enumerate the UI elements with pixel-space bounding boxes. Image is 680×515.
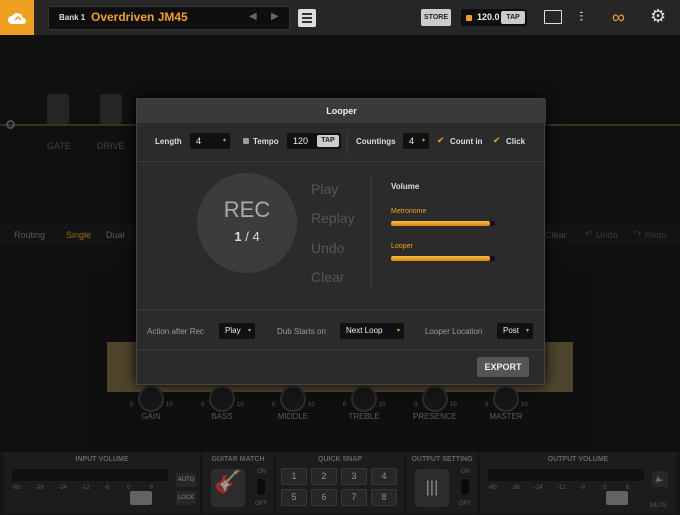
metronome-slider-fill bbox=[391, 221, 490, 226]
rec-position: 1 bbox=[234, 229, 242, 244]
top-bar: Bank 1 Overdriven JM45 ◀ ▶ STORE 120.0 T… bbox=[0, 0, 680, 36]
caret-down-icon: ▾ bbox=[421, 138, 425, 144]
looper-volume-label: Looper bbox=[391, 243, 413, 250]
preset-selector[interactable]: Bank 1 Overdriven JM45 ◀ ▶ bbox=[48, 6, 290, 30]
length-label: Length bbox=[155, 137, 182, 146]
store-button[interactable]: STORE bbox=[421, 9, 451, 26]
clear-loop-button[interactable]: Clear bbox=[311, 269, 344, 285]
caret-down-icon: ▾ bbox=[396, 328, 400, 334]
metronome-label: Metronome bbox=[391, 208, 427, 215]
rec-slash: / bbox=[245, 229, 249, 244]
presentation-icon[interactable] bbox=[544, 10, 562, 24]
divider bbox=[347, 129, 348, 155]
caret-down-icon: ▾ bbox=[247, 328, 251, 334]
settings-gear-icon[interactable]: ⚙ bbox=[650, 6, 666, 27]
divider bbox=[137, 161, 546, 162]
tap-tempo-button[interactable]: TAP bbox=[501, 11, 525, 24]
lock-icon bbox=[466, 15, 472, 21]
metronome-slider[interactable] bbox=[391, 221, 495, 226]
length-value: 4 bbox=[196, 136, 202, 146]
tempo-field[interactable]: 120 TAP bbox=[287, 133, 341, 149]
volume-heading: Volume bbox=[391, 182, 420, 191]
caret-down-icon: ▾ bbox=[222, 138, 226, 144]
bank-label: Bank 1 bbox=[59, 13, 86, 22]
looper-volume-slider[interactable] bbox=[391, 256, 495, 261]
rec-total: 4 bbox=[252, 229, 260, 244]
after-rec-value: Play bbox=[225, 326, 241, 335]
tempo-value: 120.0 bbox=[477, 12, 500, 22]
tempo-value: 120 bbox=[293, 136, 309, 146]
countings-select[interactable]: 4 ▾ bbox=[403, 133, 429, 149]
countings-value: 4 bbox=[409, 136, 415, 146]
play-button[interactable]: Play bbox=[311, 181, 338, 197]
dub-label: Dub Starts on bbox=[277, 327, 326, 336]
tempo-lock-icon[interactable] bbox=[243, 138, 249, 144]
divider bbox=[371, 175, 372, 289]
rec-count: 1 / 4 bbox=[197, 229, 297, 244]
dub-value: Next Loop bbox=[346, 326, 383, 335]
count-in-label: Count in bbox=[450, 137, 483, 146]
preset-list-button[interactable] bbox=[298, 9, 316, 27]
length-select[interactable]: 4 ▾ bbox=[190, 133, 230, 149]
count-in-checkbox[interactable]: ✔ bbox=[437, 136, 446, 145]
next-preset-icon[interactable]: ▶ bbox=[271, 11, 279, 22]
after-rec-select[interactable]: Play ▾ bbox=[219, 323, 255, 339]
prev-preset-icon[interactable]: ◀ bbox=[249, 11, 257, 22]
app-logo-icon[interactable] bbox=[0, 0, 34, 35]
dub-select[interactable]: Next Loop ▾ bbox=[340, 323, 404, 339]
dialog-title: Looper bbox=[137, 99, 546, 123]
rec-label: REC bbox=[223, 197, 271, 222]
replay-button[interactable]: Replay bbox=[311, 210, 355, 226]
location-label: Looper Location bbox=[425, 327, 483, 336]
divider bbox=[137, 309, 546, 310]
tempo-label: Tempo bbox=[253, 137, 279, 146]
location-select[interactable]: Post ▾ bbox=[497, 323, 533, 339]
looper-tap-button[interactable]: TAP bbox=[317, 135, 339, 147]
location-value: Post bbox=[503, 326, 520, 335]
rec-button[interactable]: REC 1 / 4 bbox=[197, 173, 297, 273]
after-rec-label: Action after Rec bbox=[147, 327, 204, 336]
preset-name: Overdriven JM45 bbox=[91, 10, 188, 24]
countings-label: Countings bbox=[356, 137, 396, 146]
looper-dialog: Looper Length 4 ▾ Tempo 120 TAP Countings… bbox=[136, 98, 546, 385]
looper-volume-slider-fill bbox=[391, 256, 490, 261]
export-button[interactable]: EXPORT bbox=[477, 357, 529, 377]
looper-icon[interactable]: ∞ bbox=[612, 7, 625, 28]
click-checkbox[interactable]: ✔ bbox=[493, 136, 502, 145]
eq-icon[interactable]: ⫶⫶ bbox=[579, 9, 583, 25]
tempo-display[interactable]: 120.0 TAP bbox=[461, 9, 527, 26]
divider bbox=[137, 349, 546, 350]
click-label: Click bbox=[506, 137, 526, 146]
caret-down-icon: ▾ bbox=[525, 328, 529, 334]
undo-loop-button[interactable]: Undo bbox=[311, 240, 344, 256]
